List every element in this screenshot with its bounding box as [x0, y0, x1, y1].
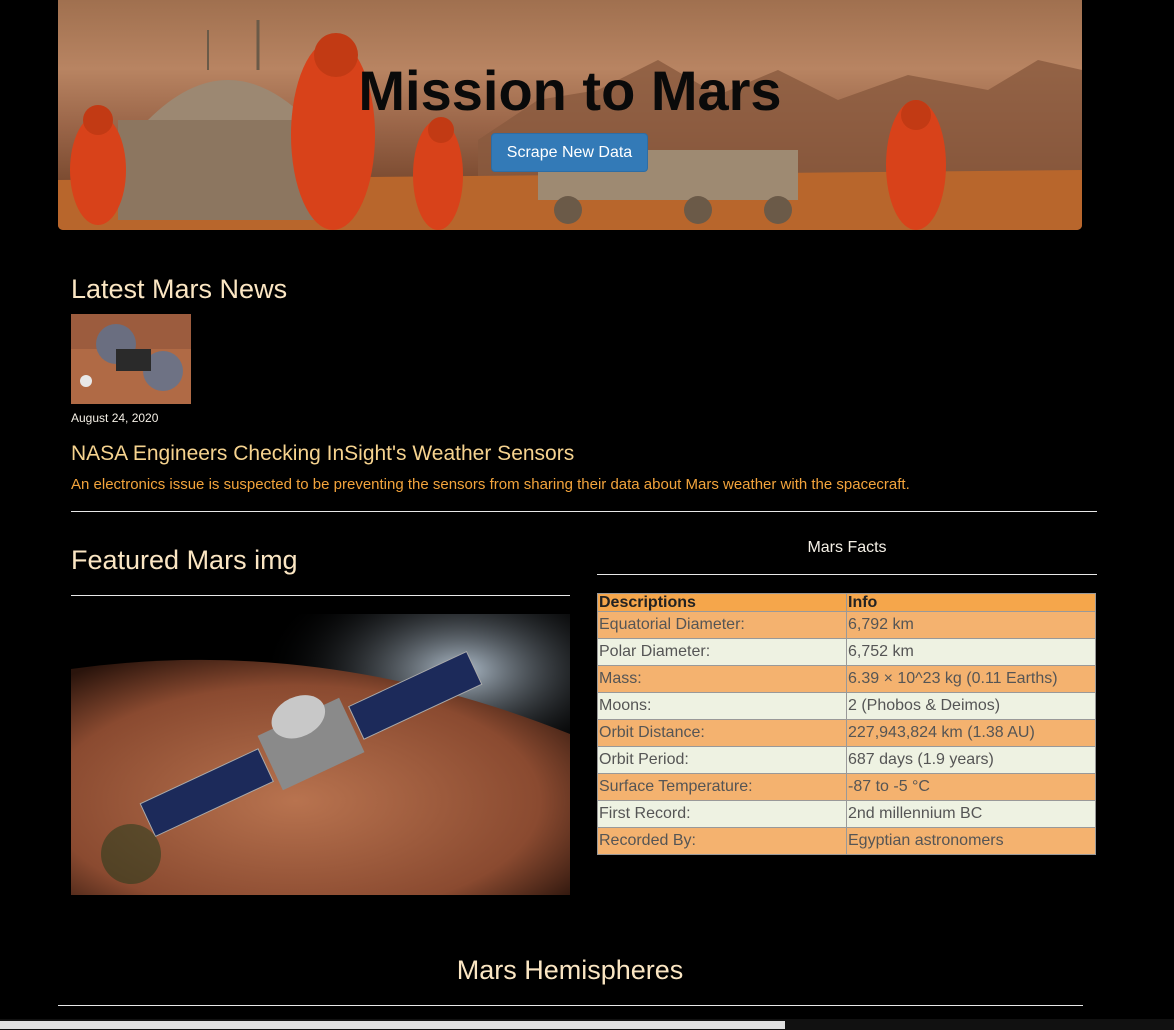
hemispheres-divider — [58, 1005, 1083, 1006]
fact-label: Orbit Distance: — [597, 719, 847, 747]
hero-banner: Mission to Mars Scrape New Data — [58, 0, 1082, 230]
news-divider — [71, 511, 1097, 512]
fact-value: 2nd millennium BC — [846, 800, 1096, 828]
news-thumbnail-image — [71, 314, 191, 404]
table-row: Polar Diameter: 6,752 km — [597, 638, 1096, 666]
table-row: Orbit Distance: 227,943,824 km (1.38 AU) — [597, 719, 1096, 747]
fact-value: 227,943,824 km (1.38 AU) — [846, 719, 1096, 747]
mars-facts-caption: Mars Facts — [807, 539, 887, 556]
featured-divider — [71, 595, 570, 596]
column-header-info: Info — [846, 593, 1096, 612]
fact-value: Egyptian astronomers — [846, 827, 1096, 855]
news-headline[interactable]: NASA Engineers Checking InSight's Weathe… — [71, 442, 574, 466]
table-row: Recorded By: Egyptian astronomers — [597, 827, 1096, 855]
fact-label: Moons: — [597, 692, 847, 720]
table-row: First Record: 2nd millennium BC — [597, 800, 1096, 828]
fact-label: Mass: — [597, 665, 847, 693]
fact-label: Orbit Period: — [597, 746, 847, 774]
mars-facts-table: Descriptions Info Equatorial Diameter: 6,… — [597, 593, 1096, 855]
fact-label: First Record: — [597, 800, 847, 828]
horizontal-scrollbar[interactable] — [0, 1019, 1174, 1030]
fact-value: 6,752 km — [846, 638, 1096, 666]
page-title: Mission to Mars — [358, 59, 782, 122]
featured-image-heading: Featured Mars img — [71, 545, 298, 575]
table-row: Equatorial Diameter: 6,792 km — [597, 611, 1096, 639]
table-row: Surface Temperature: -87 to -5 °C — [597, 773, 1096, 801]
scrollbar-thumb[interactable] — [0, 1021, 785, 1029]
fact-label: Polar Diameter: — [597, 638, 847, 666]
table-row: Orbit Period: 687 days (1.9 years) — [597, 746, 1096, 774]
facts-divider — [597, 574, 1097, 575]
news-teaser: An electronics issue is suspected to be … — [71, 476, 910, 493]
table-row: Moons: 2 (Phobos & Deimos) — [597, 692, 1096, 720]
fact-value: 687 days (1.9 years) — [846, 746, 1096, 774]
fact-value: -87 to -5 °C — [846, 773, 1096, 801]
table-row: Mass: 6.39 × 10^23 kg (0.11 Earths) — [597, 665, 1096, 693]
news-date: August 24, 2020 — [71, 411, 159, 425]
fact-label: Equatorial Diameter: — [597, 611, 847, 639]
column-header-descriptions: Descriptions — [597, 593, 847, 612]
fact-label: Recorded By: — [597, 827, 847, 855]
hemispheres-heading: Mars Hemispheres — [456, 955, 684, 985]
table-header-row: Descriptions Info — [597, 593, 1096, 612]
latest-news-heading: Latest Mars News — [71, 274, 288, 304]
scrape-new-data-button[interactable]: Scrape New Data — [491, 133, 648, 172]
fact-value: 6,792 km — [846, 611, 1096, 639]
featured-mars-image — [71, 614, 570, 895]
fact-value: 6.39 × 10^23 kg (0.11 Earths) — [846, 665, 1096, 693]
fact-value: 2 (Phobos & Deimos) — [846, 692, 1096, 720]
fact-label: Surface Temperature: — [597, 773, 847, 801]
